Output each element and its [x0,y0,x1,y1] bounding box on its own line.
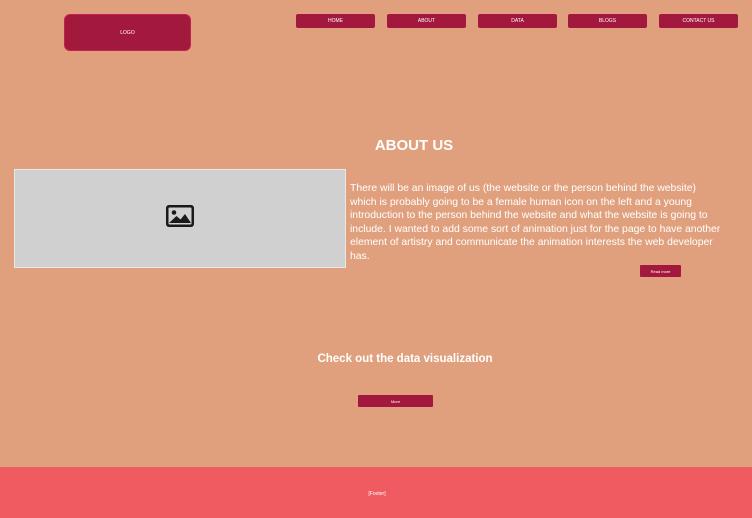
nav-contact-label: CONTACT US [682,18,715,24]
footer: [Footer] [0,467,752,518]
nav-blogs-label: BLOGS [598,18,617,24]
about-description: There will be an image of us (the websit… [350,183,721,262]
nav-data-button[interactable]: DATA [478,14,557,28]
more-label: More [390,398,401,404]
nav-home-label: HOME [328,18,343,24]
about-title: ABOUT US [374,137,454,154]
logo-button[interactable]: LOGO [64,14,191,51]
data-visualization-heading: Check out the data visualization [317,353,493,365]
nav-data-label: DATA [511,18,524,24]
image-icon [165,204,195,233]
nav-about-label: ABOUT [417,18,436,24]
read-more-label: Read more [650,268,671,274]
more-button[interactable]: More [358,395,433,407]
nav-blogs-button[interactable]: BLOGS [568,14,647,28]
nav-contact-button[interactable]: CONTACT US [659,14,738,28]
read-more-button[interactable]: Read more [640,265,681,277]
nav-about-button[interactable]: ABOUT [387,14,466,28]
logo-label: LOGO [120,29,135,36]
nav-home-button[interactable]: HOME [296,14,375,28]
footer-text: [Footer] [368,490,386,497]
about-image-placeholder [14,169,346,268]
